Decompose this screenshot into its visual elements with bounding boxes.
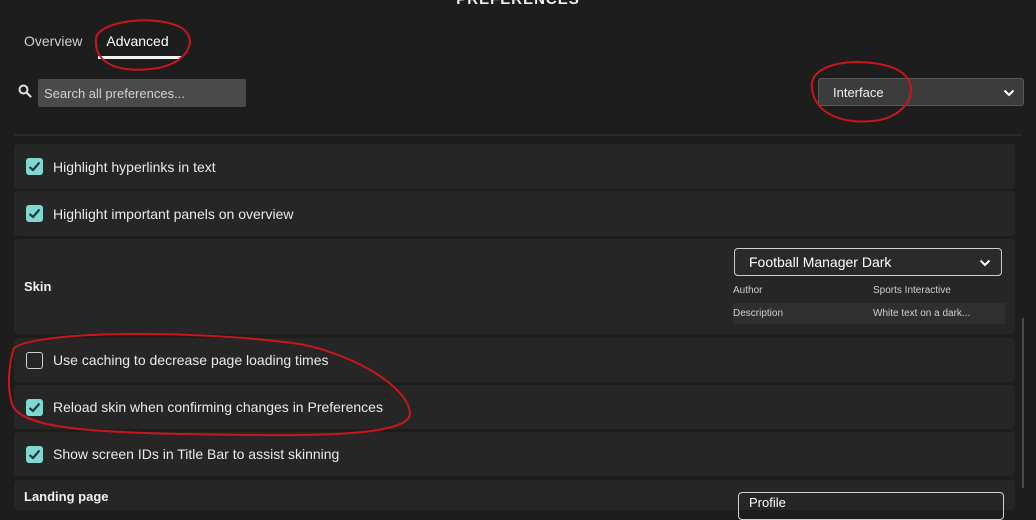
option-label: Use caching to decrease page loading tim… — [53, 352, 329, 368]
check-icon — [28, 402, 41, 413]
skin-info-key: Author — [733, 285, 763, 296]
skin-setting: Skin Football Manager Dark Author Sports… — [14, 239, 1015, 334]
search-bar — [18, 79, 246, 107]
check-icon — [28, 208, 41, 219]
option-row[interactable]: Show screen IDs in Title Bar to assist s… — [14, 432, 1015, 476]
check-icon — [28, 449, 41, 460]
checkbox[interactable] — [26, 158, 43, 175]
skin-info-row: Author Sports Interactive — [733, 280, 1005, 301]
option-row[interactable]: Use caching to decrease page loading tim… — [14, 338, 1015, 382]
option-label: Show screen IDs in Title Bar to assist s… — [53, 446, 340, 462]
check-icon — [28, 161, 41, 172]
tab-advanced[interactable]: Advanced — [98, 33, 181, 59]
tab-bar: Overview Advanced — [24, 33, 181, 59]
skin-dropdown[interactable]: Football Manager Dark — [734, 248, 1002, 276]
category-dropdown-value: Interface — [833, 84, 884, 100]
tab-overview[interactable]: Overview — [24, 33, 82, 59]
option-row[interactable]: Highlight hyperlinks in text — [14, 144, 1015, 189]
skin-dropdown-value: Football Manager Dark — [749, 254, 892, 270]
skin-info-value: White text on a dark... — [873, 308, 971, 319]
skin-label: Skin — [24, 279, 52, 294]
chevron-down-icon — [1003, 85, 1015, 100]
category-dropdown[interactable]: Interface — [818, 78, 1024, 106]
skin-info-row: Description White text on a dark... — [733, 303, 1005, 324]
checkbox[interactable] — [26, 351, 43, 369]
option-label: Highlight important panels on overview — [53, 205, 294, 222]
landing-page-dropdown[interactable]: Profile — [738, 492, 1004, 520]
option-row[interactable]: Highlight important panels on overview — [14, 191, 1015, 236]
option-label: Reload skin when confirming changes in P… — [53, 399, 383, 415]
page-title: PREFERENCES — [0, 0, 1036, 8]
checkbox[interactable] — [26, 205, 43, 222]
checkbox[interactable] — [26, 398, 43, 416]
list-divider — [14, 134, 1022, 136]
chevron-down-icon — [979, 254, 991, 270]
skin-info-key: Description — [733, 308, 784, 319]
skin-info-value: Sports Interactive — [873, 285, 951, 296]
scrollbar[interactable] — [1022, 318, 1024, 488]
option-row[interactable]: Reload skin when confirming changes in P… — [14, 385, 1015, 429]
landing-page-dropdown-value: Profile — [749, 495, 786, 510]
checkbox[interactable] — [26, 445, 43, 463]
option-label: Highlight hyperlinks in text — [53, 158, 216, 175]
search-icon — [18, 84, 32, 103]
search-input[interactable] — [38, 79, 246, 107]
landing-page-setting: Landing page Profile — [14, 480, 1015, 520]
